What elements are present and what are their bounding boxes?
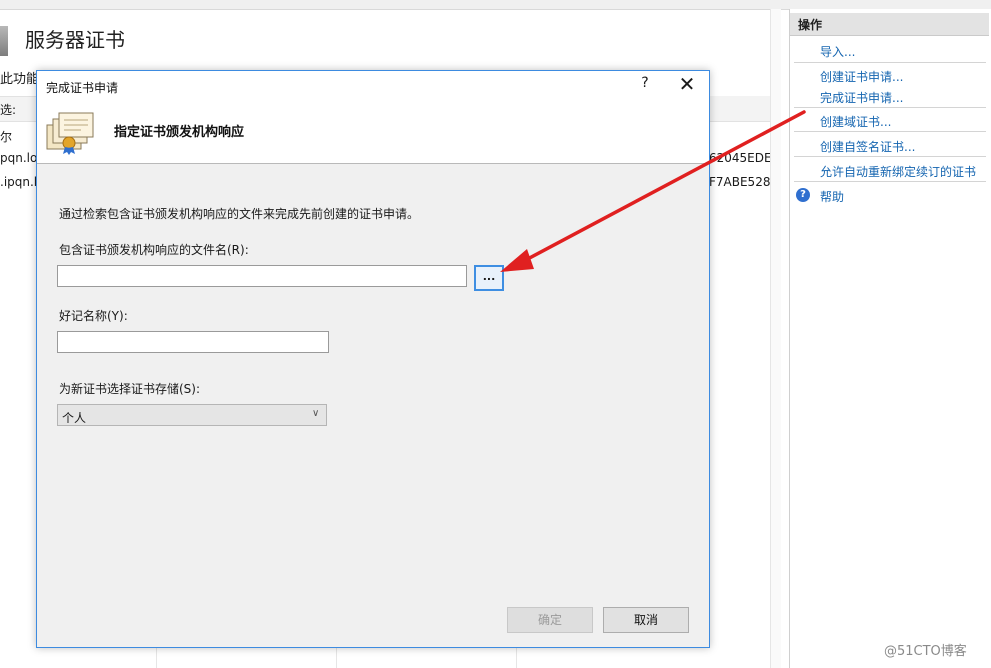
action-create-domain-cert[interactable]: 创建域证书... <box>820 113 891 130</box>
question-circle-icon[interactable]: ? <box>796 188 810 202</box>
help-icon[interactable]: ? <box>637 75 653 95</box>
page-description: 此功能 <box>0 72 40 87</box>
intro-text: 通过检索包含证书颁发机构响应的文件来完成先前创建的证书申请。 <box>59 207 420 221</box>
page-title: 服务器证书 <box>25 28 125 52</box>
response-file-label: 包含证书颁发机构响应的文件名(R): <box>59 243 249 257</box>
table-row[interactable]: pqn.lo <box>0 151 37 165</box>
divider <box>794 156 986 157</box>
cancel-button[interactable]: 取消 <box>603 607 689 633</box>
server-certificates-icon <box>0 26 8 56</box>
filter-label: 选: <box>0 103 17 117</box>
dialog-heading: 指定证书颁发机构响应 <box>114 125 245 140</box>
watermark: @51CTO博客 <box>884 644 967 659</box>
complete-certificate-request-dialog: 完成证书申请 ? ✕ 指定证书颁发机构响应 通过检索包含证书颁发机构响应的文件来… <box>36 70 710 648</box>
browse-button[interactable]: ... <box>474 265 504 291</box>
divider <box>794 107 986 108</box>
vertical-scrollbar[interactable] <box>770 9 781 668</box>
certificate-icon <box>46 112 94 155</box>
action-help[interactable]: 帮助 <box>820 188 844 205</box>
column-header-hash[interactable] <box>709 96 772 120</box>
dialog-body: 通过检索包含证书颁发机构响应的文件来完成先前创建的证书申请。 包含证书颁发机构响… <box>37 164 709 647</box>
certificate-store-select[interactable]: 个人 ∨ <box>57 404 327 426</box>
friendly-name-input[interactable] <box>57 331 329 353</box>
action-create-request[interactable]: 创建证书申请... <box>820 68 903 85</box>
action-auto-rebind[interactable]: 允许自动重新绑定续订的证书 <box>820 163 976 180</box>
ok-button[interactable]: 确定 <box>507 607 593 633</box>
divider <box>794 62 986 63</box>
chevron-down-icon: ∨ <box>312 408 320 419</box>
divider <box>794 181 986 182</box>
action-create-self-signed[interactable]: 创建自签名证书... <box>820 138 915 155</box>
actions-panel: 操作 导入... 创建证书申请... 完成证书申请... 创建域证书... 创建… <box>789 9 991 668</box>
certificate-store-value: 个人 <box>62 411 87 425</box>
actions-title: 操作 <box>798 18 823 32</box>
action-complete-request[interactable]: 完成证书申请... <box>820 89 903 106</box>
column-header-name[interactable]: 尔 <box>0 128 12 145</box>
dialog-header: 指定证书颁发机构响应 <box>37 101 709 164</box>
close-icon[interactable]: ✕ <box>677 73 697 95</box>
friendly-name-label: 好记名称(Y): <box>59 309 128 323</box>
table-cell-hash: F7ABE5285 <box>709 175 771 189</box>
action-import[interactable]: 导入... <box>820 43 855 60</box>
dialog-title: 完成证书申请 <box>46 81 119 95</box>
response-file-input[interactable] <box>57 265 467 287</box>
table-cell-hash: 62045EDE <box>709 151 771 165</box>
certificate-store-label: 为新证书选择证书存储(S): <box>59 382 201 396</box>
divider <box>794 131 986 132</box>
